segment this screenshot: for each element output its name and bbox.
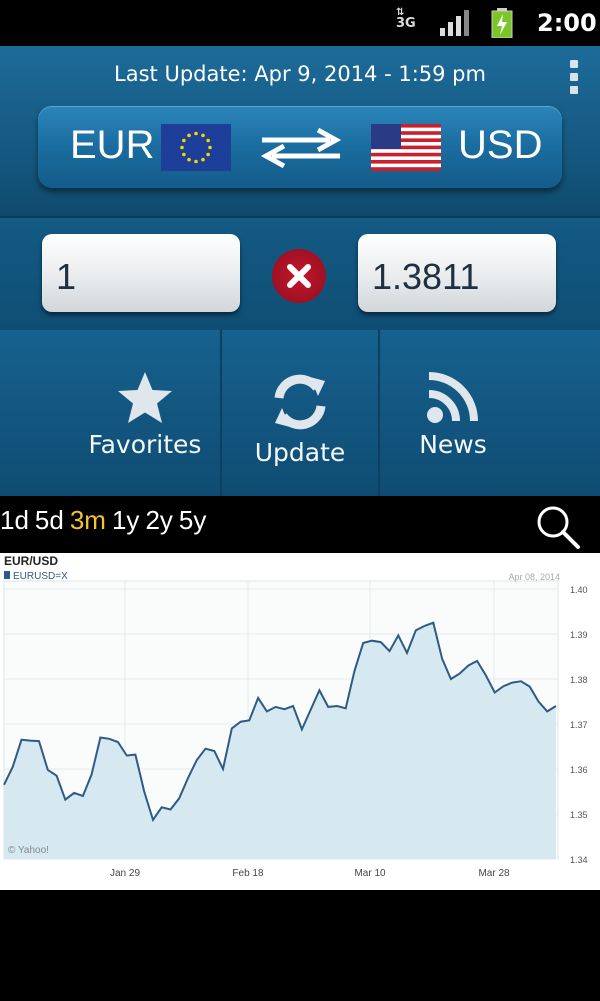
y-tick-label: 1.34 [570, 855, 588, 865]
refresh-icon [274, 374, 326, 430]
eu-flag-icon[interactable] [161, 124, 231, 171]
update-label: Update [254, 438, 346, 467]
currency-pair-selector: EUR USD [38, 106, 562, 188]
favorites-button[interactable]: Favorites [70, 330, 220, 496]
y-tick-label: 1.39 [570, 630, 588, 640]
battery-charging-icon [491, 8, 513, 38]
clear-icon[interactable] [272, 249, 326, 303]
clock: 2:00 [537, 9, 597, 37]
amount-input[interactable]: 1 [42, 234, 240, 312]
zoom-search-icon[interactable] [535, 504, 581, 550]
action-bar: Favorites Update News [0, 330, 600, 496]
range-option-1y[interactable]: 1y [112, 505, 139, 535]
range-option-5y[interactable]: 5y [179, 505, 206, 535]
last-update-text: Last Update: Apr 9, 2014 - 1:59 pm [114, 62, 486, 86]
y-tick-label: 1.38 [570, 675, 588, 685]
us-flag-icon[interactable] [371, 124, 441, 171]
empty-area [0, 890, 600, 1001]
time-range-selector: 1d 5d 3m 1y 2y 5y [0, 505, 212, 551]
legend-label: EURUSD=X [13, 571, 68, 582]
conversion-inputs: 1 1.3811 [0, 216, 600, 330]
x-tick-label: Jan 29 [110, 868, 140, 879]
header: Last Update: Apr 9, 2014 - 1:59 pm EUR U… [0, 46, 600, 216]
signal-strength-icon [440, 10, 469, 36]
status-bar: ⇅ 3G 2:00 [0, 0, 600, 46]
to-currency-code[interactable]: USD [458, 123, 542, 168]
legend-swatch [4, 571, 10, 579]
y-tick-label: 1.35 [570, 810, 588, 820]
y-tick-label: 1.40 [570, 585, 588, 595]
exchange-rate-chart[interactable]: 1.40 1.39 1.38 1.37 1.36 1.35 1.34 Jan 29 Feb 18… [0, 553, 600, 890]
rss-icon [427, 372, 478, 423]
overflow-menu-icon[interactable] [570, 60, 580, 99]
chart-title: EUR/USD [4, 554, 58, 568]
favorites-label: Favorites [88, 430, 202, 459]
chart-canvas: 1.40 1.39 1.38 1.37 1.36 1.35 1.34 Jan 29 Feb 18… [3, 554, 588, 879]
y-tick-label: 1.37 [570, 720, 588, 730]
x-tick-label: Feb 18 [232, 868, 264, 879]
range-option-2y[interactable]: 2y [145, 505, 172, 535]
news-label: News [419, 430, 487, 459]
network-type-icon: ⇅ 3G [396, 7, 416, 31]
chart-credit: © Yahoo! [8, 845, 49, 856]
swap-arrows-icon[interactable] [256, 126, 346, 170]
x-tick-label: Mar 10 [354, 868, 386, 879]
update-button[interactable]: Update [222, 330, 378, 496]
chart-date-label: Apr 08, 2014 [508, 572, 560, 582]
range-option-3m[interactable]: 3m [70, 505, 106, 535]
result-field[interactable]: 1.3811 [358, 234, 556, 312]
x-tick-label: Mar 28 [478, 868, 510, 879]
range-option-5d[interactable]: 5d [35, 505, 64, 535]
news-button[interactable]: News [380, 330, 526, 496]
y-tick-label: 1.36 [570, 765, 588, 775]
range-option-1d[interactable]: 1d [0, 505, 29, 535]
star-icon [118, 372, 172, 423]
from-currency-code[interactable]: EUR [70, 123, 154, 168]
